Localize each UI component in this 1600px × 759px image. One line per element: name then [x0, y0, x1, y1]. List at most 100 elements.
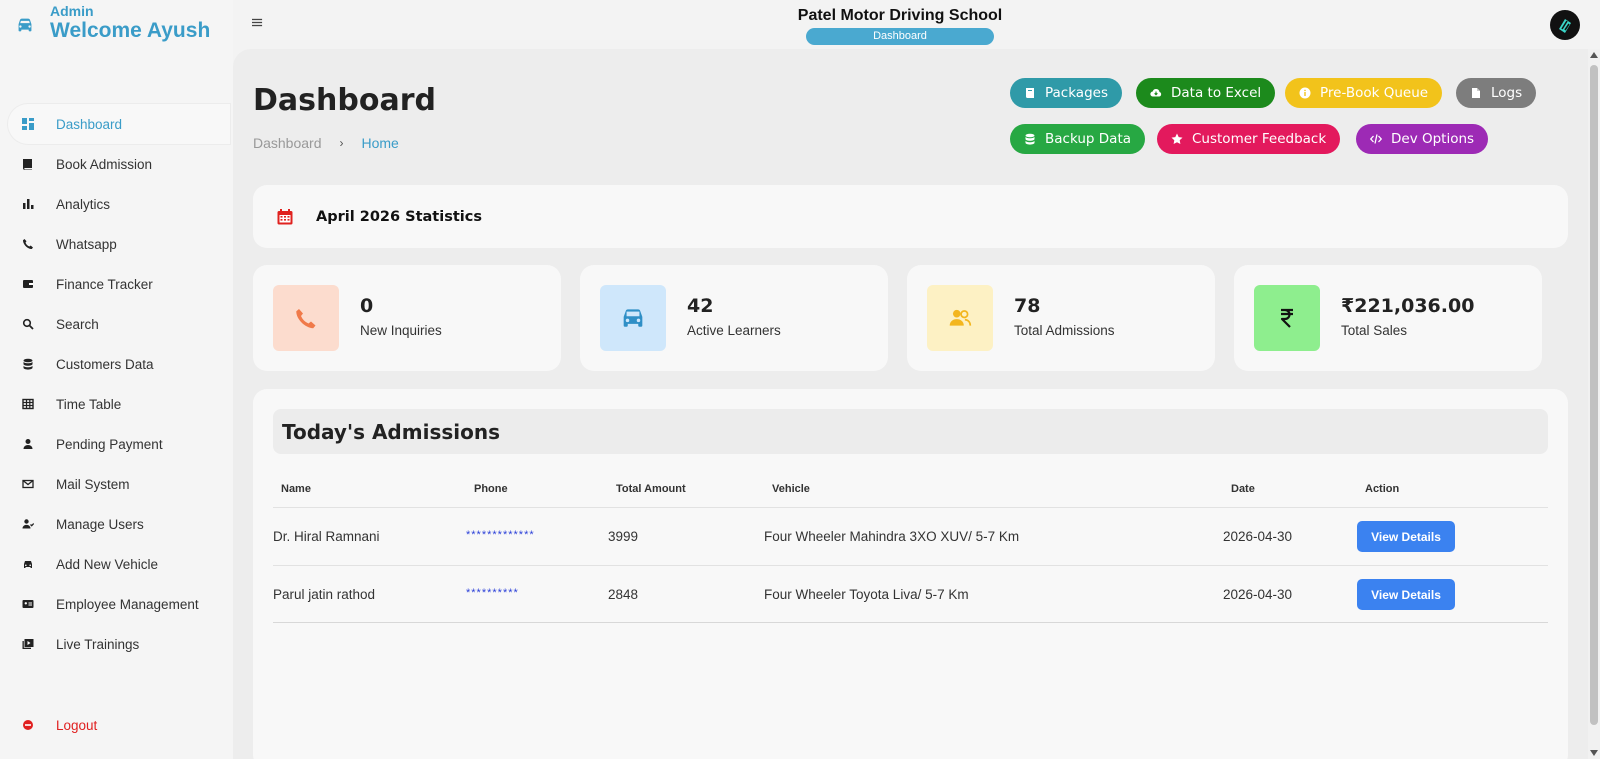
info-icon [1299, 87, 1311, 99]
sidebar-item-label: Whatsapp [56, 236, 117, 252]
sidebar-item-search[interactable]: Search [8, 304, 230, 344]
sidebar-item-finance-tracker[interactable]: Finance Tracker [8, 264, 230, 304]
search-icon [20, 316, 36, 332]
backup-data-label: Backup Data [1045, 131, 1132, 147]
sidebar-item-label: Dashboard [56, 116, 123, 132]
cell-vehicle: Four Wheeler Mahindra 3XO XUV/ 5-7 Km [764, 529, 1020, 544]
view-details-button[interactable]: View Details [1357, 521, 1455, 552]
sidebar-item-label: Add New Vehicle [56, 556, 159, 572]
id-card-icon [20, 596, 36, 612]
school-name: Patel Motor Driving School [797, 7, 1003, 24]
users-icon [949, 309, 972, 326]
backup-data-button[interactable]: Backup Data [1010, 124, 1146, 154]
customer-feedback-button[interactable]: Customer Feedback [1157, 124, 1341, 154]
users-icon [20, 516, 36, 532]
dev-options-label: Dev Options [1391, 131, 1475, 147]
table-row: Dr. Hiral Ramnani ************* 3999 Fou… [273, 507, 1548, 565]
sidebar-item-label: Mail System [56, 476, 130, 492]
sidebar-item-label: Manage Users [56, 516, 144, 532]
admin-role-label: Admin [50, 3, 94, 19]
logout-icon [20, 717, 36, 733]
scroll-up-arrow-icon[interactable] [1590, 52, 1598, 58]
stat-value: ₹221,036.00 [1341, 295, 1475, 317]
stat-card-total-sales: ₹221,036.00 Total Sales [1234, 265, 1542, 371]
sidebar-item-time-table[interactable]: Time Table [8, 384, 230, 424]
brand: Admin Welcome Ayush [14, 4, 210, 44]
chevron-right-icon: › [339, 136, 344, 150]
sidebar-item-analytics[interactable]: Analytics [8, 184, 230, 224]
car-icon [18, 18, 32, 32]
cell-phone[interactable]: ********** [466, 587, 519, 599]
rupee-icon [1280, 308, 1293, 328]
wallet-icon [20, 276, 36, 292]
sidebar-item-mail-system[interactable]: Mail System [8, 464, 230, 504]
data-to-excel-button[interactable]: Data to Excel [1136, 78, 1276, 108]
logout-label: Logout [56, 717, 98, 733]
database-icon [20, 356, 36, 372]
sidebar-item-live-trainings[interactable]: Live Trainings [8, 624, 230, 664]
dev-options-button[interactable]: Dev Options [1356, 124, 1489, 154]
stat-label: Active Learners [687, 323, 781, 338]
breadcrumb-home[interactable]: Home [362, 135, 399, 151]
pre-book-queue-label: Pre-Book Queue [1320, 85, 1429, 101]
todays-admissions-card: Today's Admissions Name Phone Total Amou… [253, 389, 1568, 759]
sidebar-item-label: Search [56, 316, 99, 332]
stat-card-total-admissions: 78 Total Admissions [907, 265, 1215, 371]
stats-title-card: April 2026 Statistics [253, 185, 1568, 248]
bar-chart-icon [20, 196, 36, 212]
scroll-down-arrow-icon[interactable] [1590, 750, 1598, 756]
view-details-button[interactable]: View Details [1357, 579, 1455, 610]
sidebar-item-add-new-vehicle[interactable]: Add New Vehicle [8, 544, 230, 584]
cell-phone[interactable]: ************* [466, 529, 535, 541]
calendar-icon [277, 208, 293, 224]
vertical-scrollbar[interactable] [1588, 49, 1600, 759]
sidebar-nav: Dashboard Book Admission Analytics Whats… [8, 104, 230, 664]
table-icon [20, 396, 36, 412]
sidebar-item-book-admission[interactable]: Book Admission [8, 144, 230, 184]
packages-label: Packages [1045, 85, 1108, 101]
packages-button[interactable]: Packages [1010, 78, 1122, 108]
sidebar-item-manage-users[interactable]: Manage Users [8, 504, 230, 544]
profile-avatar[interactable] [1550, 10, 1580, 40]
breadcrumb-dashboard[interactable]: Dashboard [253, 135, 322, 151]
stat-icon-box [273, 285, 339, 351]
cloud-download-icon [1150, 89, 1162, 97]
sidebar-item-label: Pending Payment [56, 436, 163, 452]
sidebar-item-dashboard[interactable]: Dashboard [8, 104, 230, 144]
sidebar-item-employee-management[interactable]: Employee Management [8, 584, 230, 624]
scrollbar-thumb[interactable] [1590, 65, 1598, 725]
stat-card-active-learners: 42 Active Learners [580, 265, 888, 371]
logout-button[interactable]: Logout [8, 705, 230, 745]
sidebar-item-label: Employee Management [56, 596, 199, 612]
logs-button[interactable]: Logs [1456, 78, 1537, 108]
sidebar-item-label: Finance Tracker [56, 276, 153, 292]
sidebar-item-label: Time Table [56, 396, 122, 412]
customer-feedback-label: Customer Feedback [1192, 131, 1327, 147]
welcome-message: Welcome Ayush [50, 19, 211, 42]
stats-title: April 2026 Statistics [316, 208, 482, 225]
cell-name: Dr. Hiral Ramnani [273, 529, 380, 544]
column-header-name: Name [281, 483, 311, 495]
stat-value: 78 [1014, 295, 1041, 317]
book-icon [20, 156, 36, 172]
table-row: Parul jatin rathod ********** 2848 Four … [273, 565, 1548, 623]
hamburger-menu-icon[interactable] [252, 16, 268, 32]
pre-book-queue-button[interactable]: Pre-Book Queue [1285, 78, 1443, 108]
stat-label: Total Admissions [1014, 323, 1115, 338]
stat-value: 42 [687, 295, 714, 317]
stat-label: New Inquiries [360, 323, 442, 338]
breadcrumb: Dashboard › Home [253, 135, 399, 151]
column-header-phone: Phone [474, 483, 508, 495]
sidebar-item-label: Book Admission [56, 156, 153, 172]
user-icon [20, 436, 36, 452]
sidebar-item-whatsapp[interactable]: Whatsapp [8, 224, 230, 264]
column-header-vehicle: Vehicle [772, 483, 810, 495]
column-header-date: Date [1231, 483, 1255, 495]
page-title: Dashboard [253, 83, 436, 118]
sidebar-item-pending-payment[interactable]: Pending Payment [8, 424, 230, 464]
phone-icon [20, 236, 36, 252]
code-icon [1370, 134, 1382, 144]
stat-value: 0 [360, 295, 374, 317]
dashboard-icon [20, 116, 36, 132]
sidebar-item-customers-data[interactable]: Customers Data [8, 344, 230, 384]
